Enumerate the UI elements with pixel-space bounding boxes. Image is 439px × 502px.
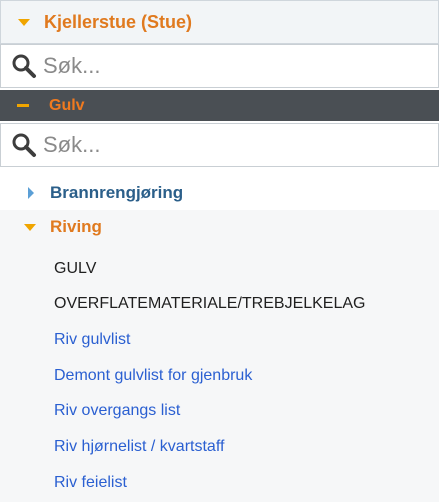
category-items: GULV OVERFLATEMATERIALE/TREBJELKELAG Riv… bbox=[0, 244, 439, 502]
collapse-icon bbox=[17, 104, 29, 107]
room-search-input[interactable] bbox=[43, 53, 423, 79]
room-header[interactable]: Kjellerstue (Stue) bbox=[0, 0, 439, 44]
room-title: Kjellerstue (Stue) bbox=[44, 11, 193, 32]
search-icon bbox=[12, 133, 36, 157]
list-item-link[interactable]: Demont gulvlist for gjenbruk bbox=[54, 366, 252, 386]
group-search bbox=[0, 123, 439, 167]
room-search bbox=[0, 44, 439, 88]
group-search-input[interactable] bbox=[43, 132, 423, 158]
list-heading: GULV bbox=[54, 260, 97, 277]
category-brannrengjoring[interactable]: Brannrengjøring bbox=[0, 176, 439, 210]
list-item-link[interactable]: Riv gulvlist bbox=[54, 330, 130, 350]
caret-down-icon bbox=[18, 18, 30, 26]
caret-right-icon bbox=[28, 187, 34, 199]
list-item-link[interactable]: Riv overgangs list bbox=[54, 401, 180, 421]
group-header[interactable]: Gulv bbox=[0, 90, 439, 121]
search-icon bbox=[12, 54, 36, 78]
list-heading: OVERFLATEMATERIALE/TREBJELKELAG bbox=[54, 295, 366, 312]
category-label: Brannrengjøring bbox=[50, 183, 184, 202]
category-riving[interactable]: Riving bbox=[0, 210, 439, 244]
category-label: Riving bbox=[50, 217, 102, 236]
list-item-link[interactable]: Riv hjørnelist / kvartstaff bbox=[54, 437, 224, 457]
item-picker-panel: Kjellerstue (Stue) Gulv Brannrengjøring … bbox=[0, 0, 439, 502]
group-title: Gulv bbox=[49, 96, 85, 114]
caret-down-icon bbox=[24, 223, 36, 231]
list-item-link[interactable]: Riv feielist bbox=[54, 473, 127, 493]
